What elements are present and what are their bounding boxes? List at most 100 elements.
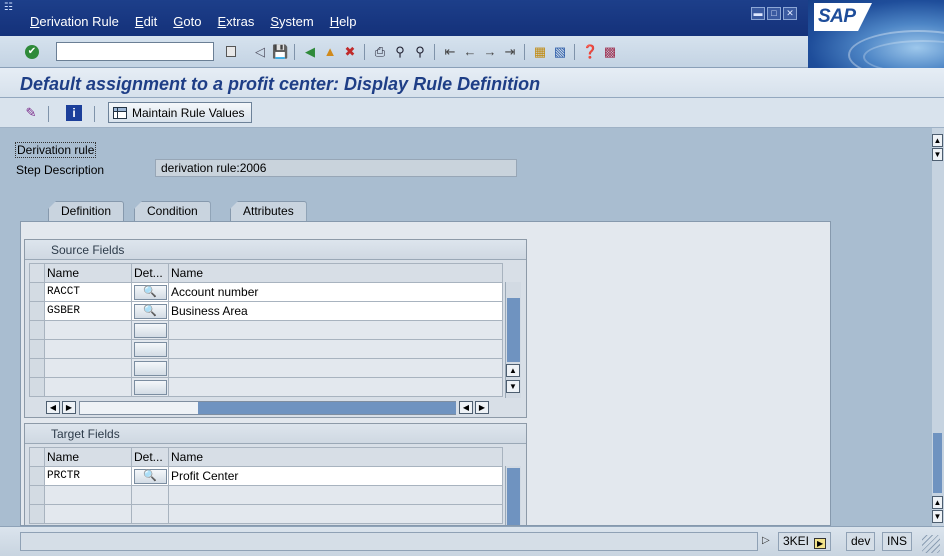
tab-definition[interactable]: Definition: [48, 201, 125, 221]
menu-bar: ☷ Derivation Rule Edit Goto Extras Syste…: [0, 0, 944, 36]
row-selector[interactable]: [29, 485, 45, 505]
exit-icon[interactable]: ▲: [322, 44, 338, 60]
tab-panel-definition: Source Fields Name Det... Name RACCT 🔍 A…: [20, 221, 831, 526]
system-id: 3KEI: [783, 534, 810, 548]
tab-attributes[interactable]: Attributes: [230, 201, 307, 221]
table-icon: [113, 106, 127, 119]
scrollbar-thumb[interactable]: [507, 468, 520, 525]
menu-system[interactable]: System: [270, 14, 313, 29]
create-session-icon[interactable]: ▦: [532, 44, 548, 60]
row-selector[interactable]: [29, 377, 45, 397]
session-info-icon[interactable]: ▶: [814, 538, 827, 549]
system-info-box[interactable]: 3KEI ▶: [778, 532, 832, 551]
row-selector[interactable]: [29, 358, 45, 378]
find-next-icon[interactable]: ⚲: [412, 44, 428, 60]
source-vertical-scrollbar[interactable]: ▲ ▼: [505, 282, 521, 398]
source-fields-grid: Name Det... Name RACCT 🔍 Account number …: [29, 263, 503, 397]
enter-icon[interactable]: ✔: [25, 45, 39, 59]
work-area: Derivation rule Step Description derivat…: [10, 128, 932, 526]
row-selector[interactable]: [29, 282, 45, 302]
scrollbar-thumb[interactable]: [507, 298, 520, 362]
column-header-name[interactable]: Name: [44, 263, 132, 283]
scroll-up-icon[interactable]: ▲: [932, 134, 943, 147]
cancel-icon[interactable]: ✖: [342, 44, 358, 60]
maintain-rule-values-label: Maintain Rule Values: [132, 105, 245, 120]
details-icon[interactable]: 🔍: [133, 285, 167, 300]
column-header-details[interactable]: Det...: [131, 263, 169, 283]
standard-toolbar: ✔ ◁ 💾 ◀ ▲ ✖ ⎙ ⚲ ⚲ ⇤ ← → ⇥ ▦ ▧ ❓ ▩: [0, 36, 808, 68]
maximize-icon[interactable]: □: [767, 7, 781, 20]
sap-logo-text: SAP: [814, 3, 872, 31]
scroll-down-icon[interactable]: ▼: [932, 510, 943, 523]
target-fields-table: Target Fields Name Det... Name PRCTR 🔍 P…: [24, 423, 527, 525]
details-icon[interactable]: 🔍: [133, 304, 167, 319]
step-description-label: Step Description: [16, 163, 105, 177]
back-icon[interactable]: ◁: [252, 44, 268, 60]
row-selector[interactable]: [29, 466, 45, 486]
command-field[interactable]: [56, 42, 214, 61]
command-history-icon[interactable]: [226, 46, 236, 57]
menu-extras[interactable]: Extras: [218, 14, 255, 29]
details-button[interactable]: .: [133, 342, 167, 357]
scroll-down-icon[interactable]: ▼: [506, 380, 520, 393]
menu-help[interactable]: Help: [330, 14, 357, 29]
details-button[interactable]: .: [133, 323, 167, 338]
first-page-icon[interactable]: ⇤: [442, 44, 458, 60]
scroll-left-icon[interactable]: ◀: [459, 401, 473, 414]
resize-grip-icon[interactable]: [922, 535, 940, 553]
layout-icon[interactable]: ▩: [602, 44, 618, 60]
sap-logo: SAP: [808, 0, 944, 68]
scroll-right-icon[interactable]: ▶: [475, 401, 489, 414]
insert-mode-indicator[interactable]: INS: [882, 532, 913, 551]
shortcut-icon[interactable]: ▧: [552, 44, 568, 60]
row-selector[interactable]: [29, 301, 45, 321]
scroll-up-icon[interactable]: ▲: [932, 496, 943, 509]
source-horizontal-scrollbar[interactable]: [79, 401, 456, 415]
row-selector[interactable]: [29, 504, 45, 524]
tab-attributes-label: Attributes: [243, 204, 294, 218]
help-icon[interactable]: ❓: [582, 44, 598, 60]
info-icon[interactable]: i: [66, 105, 82, 121]
column-header-description[interactable]: Name: [168, 263, 503, 283]
table-row: PRCTR 🔍 Profit Center: [29, 466, 503, 486]
minimize-icon[interactable]: ▬: [751, 7, 765, 20]
maintain-rule-values-button[interactable]: Maintain Rule Values: [108, 102, 252, 123]
page-vertical-scrollbar[interactable]: ▲ ▼ ▲ ▼: [932, 128, 944, 526]
select-all-cell[interactable]: [29, 263, 45, 283]
status-bar: ▷ 3KEI ▶ dev INS: [0, 526, 944, 556]
next-page-icon[interactable]: →: [482, 44, 498, 60]
back-nav-icon[interactable]: ◀: [302, 44, 318, 60]
scrollbar-thumb[interactable]: [198, 402, 456, 414]
menu-edit[interactable]: Edit: [135, 14, 157, 29]
last-page-icon[interactable]: ⇥: [502, 44, 518, 60]
field-description-cell: Business Area: [168, 301, 503, 321]
print-icon[interactable]: ⎙: [372, 44, 388, 60]
column-header-description[interactable]: Name: [168, 447, 503, 467]
derivation-rule-label[interactable]: Derivation rule: [15, 142, 97, 158]
details-button[interactable]: .: [133, 361, 167, 376]
close-icon[interactable]: ✕: [783, 7, 797, 20]
row-selector[interactable]: [29, 339, 45, 359]
scrollbar-thumb[interactable]: [933, 433, 942, 493]
prev-page-icon[interactable]: ←: [462, 44, 478, 60]
display-change-icon[interactable]: ✎: [22, 104, 40, 122]
scroll-up-icon[interactable]: ▲: [506, 364, 520, 377]
tab-condition-label: Condition: [147, 204, 198, 218]
scroll-down-icon[interactable]: ▼: [932, 148, 943, 161]
select-all-cell[interactable]: [29, 447, 45, 467]
scroll-left-icon[interactable]: ◀: [46, 401, 60, 414]
menu-derivation-rule[interactable]: Derivation Rule: [30, 14, 119, 29]
menu-goto[interactable]: Goto: [173, 14, 201, 29]
scroll-right-icon[interactable]: ▶: [62, 401, 76, 414]
column-header-name[interactable]: Name: [44, 447, 132, 467]
status-expand-icon[interactable]: ▷: [762, 535, 770, 546]
find-icon[interactable]: ⚲: [392, 44, 408, 60]
details-button[interactable]: .: [133, 380, 167, 395]
details-icon[interactable]: 🔍: [133, 469, 167, 484]
save-icon[interactable]: 💾: [272, 44, 288, 60]
tab-condition[interactable]: Condition: [134, 201, 211, 221]
column-header-details[interactable]: Det...: [131, 447, 169, 467]
system-menu-icon[interactable]: ☷: [4, 2, 13, 13]
row-selector[interactable]: [29, 320, 45, 340]
target-vertical-scrollbar[interactable]: [505, 466, 521, 525]
